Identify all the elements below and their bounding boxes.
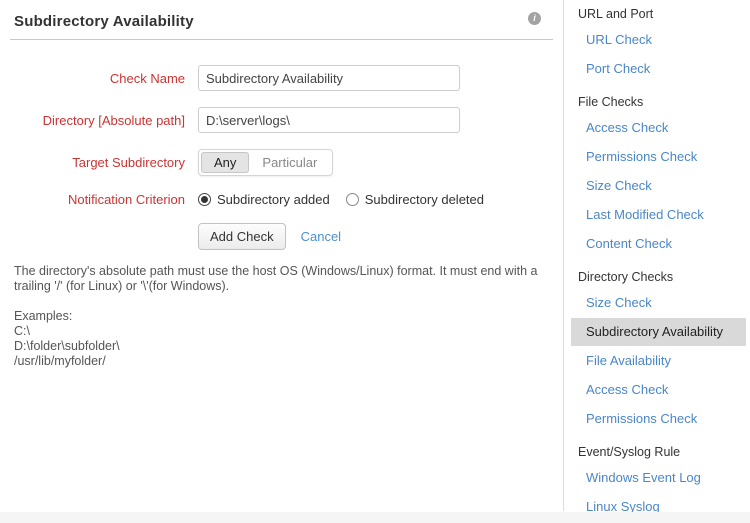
sidebar-item-file-size-check[interactable]: Size Check bbox=[571, 172, 746, 200]
notification-criterion-radios: Subdirectory added Subdirectory deleted bbox=[198, 192, 484, 207]
sidebar-section-directory-checks: Directory Checks Size Check Subdirectory… bbox=[564, 265, 750, 433]
target-subdirectory-toggle: Any Particular bbox=[198, 149, 333, 176]
example-path: D:\folder\subfolder\ bbox=[14, 339, 555, 354]
sidebar-item-file-permissions-check[interactable]: Permissions Check bbox=[571, 143, 746, 171]
help-paragraph: The directory's absolute path must use t… bbox=[14, 264, 555, 294]
radio-subdirectory-deleted-label: Subdirectory deleted bbox=[365, 192, 484, 207]
sidebar-item-windows-event-log[interactable]: Windows Event Log bbox=[571, 464, 746, 492]
cancel-link[interactable]: Cancel bbox=[301, 229, 341, 244]
sidebar-item-file-availability[interactable]: File Availability bbox=[571, 347, 746, 375]
check-form: Check Name Directory [Absolute path] Tar… bbox=[10, 40, 563, 250]
add-check-button[interactable]: Add Check bbox=[198, 223, 286, 250]
toggle-option-any[interactable]: Any bbox=[201, 152, 249, 173]
radio-unselected-icon bbox=[346, 193, 359, 206]
panel-header: Subdirectory Availability i bbox=[10, 10, 553, 40]
sidebar-item-content-check[interactable]: Content Check bbox=[571, 230, 746, 258]
check-name-label: Check Name bbox=[10, 71, 185, 86]
radio-subdirectory-added[interactable]: Subdirectory added bbox=[198, 192, 330, 207]
sidebar-section-title: File Checks bbox=[564, 90, 750, 114]
check-name-input[interactable] bbox=[198, 65, 460, 91]
form-row-check-name: Check Name bbox=[10, 65, 563, 91]
sidebar-section-title: Event/Syslog Rule bbox=[564, 440, 750, 464]
sidebar-item-last-modified-check[interactable]: Last Modified Check bbox=[571, 201, 746, 229]
sidebar-item-port-check[interactable]: Port Check bbox=[571, 55, 746, 83]
radio-subdirectory-added-label: Subdirectory added bbox=[217, 192, 330, 207]
toggle-option-particular[interactable]: Particular bbox=[249, 152, 330, 173]
radio-subdirectory-deleted[interactable]: Subdirectory deleted bbox=[346, 192, 484, 207]
form-row-notification-criterion: Notification Criterion Subdirectory adde… bbox=[10, 192, 563, 207]
sidebar-item-subdirectory-availability[interactable]: Subdirectory Availability bbox=[571, 318, 746, 346]
help-text: The directory's absolute path must use t… bbox=[10, 264, 555, 369]
form-row-directory: Directory [Absolute path] bbox=[10, 107, 563, 133]
app-window: Subdirectory Availability i Check Name D… bbox=[0, 0, 750, 512]
radio-selected-icon bbox=[198, 193, 211, 206]
form-actions: Add Check Cancel bbox=[198, 223, 563, 250]
directory-path-input[interactable] bbox=[198, 107, 460, 133]
directory-path-label: Directory [Absolute path] bbox=[10, 113, 185, 128]
sidebar-item-directory-access-check[interactable]: Access Check bbox=[571, 376, 746, 404]
sidebar-item-url-check[interactable]: URL Check bbox=[571, 26, 746, 54]
main-panel: Subdirectory Availability i Check Name D… bbox=[0, 0, 563, 512]
form-row-target-subdirectory: Target Subdirectory Any Particular bbox=[10, 149, 563, 176]
example-path: /usr/lib/myfolder/ bbox=[14, 354, 555, 369]
sidebar-item-directory-permissions-check[interactable]: Permissions Check bbox=[571, 405, 746, 433]
page-title: Subdirectory Availability bbox=[14, 13, 194, 30]
target-subdirectory-label: Target Subdirectory bbox=[10, 155, 185, 170]
examples-title: Examples: bbox=[14, 309, 555, 324]
sidebar-section-file-checks: File Checks Access Check Permissions Che… bbox=[564, 90, 750, 258]
example-path: C:\ bbox=[14, 324, 555, 339]
sidebar-section-event-syslog-rule: Event/Syslog Rule Windows Event Log Linu… bbox=[564, 440, 750, 521]
sidebar-item-file-access-check[interactable]: Access Check bbox=[571, 114, 746, 142]
notification-criterion-label: Notification Criterion bbox=[10, 192, 185, 207]
info-icon[interactable]: i bbox=[528, 12, 541, 25]
sidebar-nav: URL and Port URL Check Port Check File C… bbox=[563, 0, 750, 511]
sidebar-section-title: Directory Checks bbox=[564, 265, 750, 289]
sidebar-section-title: URL and Port bbox=[564, 2, 750, 26]
sidebar-section-url-and-port: URL and Port URL Check Port Check bbox=[564, 2, 750, 83]
sidebar-item-directory-size-check[interactable]: Size Check bbox=[571, 289, 746, 317]
bottom-edge-band bbox=[0, 512, 750, 523]
